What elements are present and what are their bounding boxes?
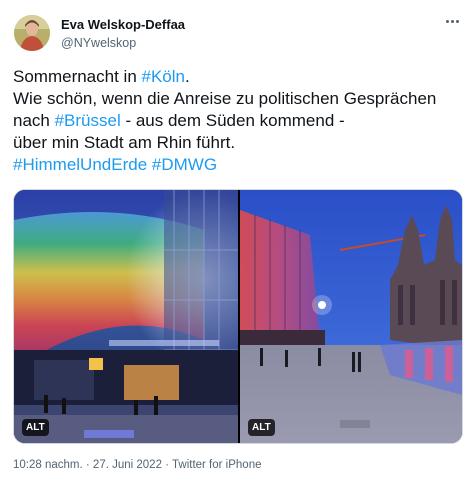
media-grid: ALT ALT [13, 189, 463, 444]
tweet-text-line: Sommernacht in #Köln. [13, 66, 468, 88]
tweet-text-line: über min Stadt am Rhin führt. [13, 132, 468, 154]
tweet-text-segment: nach [13, 111, 55, 130]
tweet-text-segment: über min Stadt am Rhin führt. [13, 133, 236, 152]
tweet-text-segment: . [184, 67, 190, 86]
avatar[interactable] [14, 15, 50, 51]
tweet-text-line: #HimmelUndErde #DMWG [13, 154, 468, 176]
meta-separator: · [82, 459, 93, 471]
tweet-source[interactable]: Twitter for iPhone [172, 459, 261, 471]
more-horizontal-icon[interactable] [441, 12, 465, 30]
tweet-text-segment: - aus dem Süden kommend - [120, 111, 345, 130]
hashtag-link[interactable]: #Köln [142, 67, 185, 86]
tweet-text-line: nach #Brüssel - aus dem Süden kommend - [13, 110, 468, 132]
alt-badge[interactable]: ALT [248, 419, 275, 436]
hashtag-link[interactable]: #HimmelUndErde [13, 155, 147, 174]
meta-separator: · [161, 459, 172, 471]
tweet-text: Sommernacht in #Köln. Wie schön, wenn die… [13, 66, 468, 176]
author-display-name[interactable]: Eva Welskop-Deffaa [61, 17, 185, 32]
tweet-meta: 10:28 nachm. · 27. Juni 2022 · Twitter f… [13, 459, 261, 471]
photo-cologne-station[interactable]: ALT [14, 190, 238, 443]
tweet-date[interactable]: 27. Juni 2022 [93, 459, 162, 471]
tweet-text-line: Wie schön, wenn die Anreise zu politisch… [13, 88, 468, 110]
tweet-time[interactable]: 10:28 nachm. [13, 459, 83, 471]
photo-cologne-cathedral[interactable]: ALT [240, 190, 462, 443]
hashtag-link[interactable]: #Brüssel [55, 111, 121, 130]
tweet-text-segment: Sommernacht in [13, 67, 142, 86]
tweet-text-segment: Wie schön, wenn die Anreise zu politisch… [13, 89, 437, 108]
hashtag-link[interactable]: #DMWG [152, 155, 217, 174]
alt-badge[interactable]: ALT [22, 419, 49, 436]
author-handle[interactable]: @NYwelskop [61, 36, 136, 50]
tweet-card: Eva Welskop-Deffaa @NYwelskop Sommernach… [0, 0, 473, 485]
